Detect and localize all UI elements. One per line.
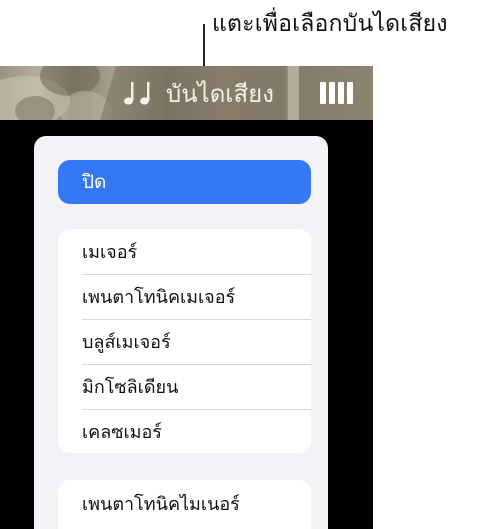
callout-pointer-line	[203, 24, 205, 68]
menu-item-mixolydian[interactable]: มิกโซลิเดียน	[58, 364, 311, 409]
menu-item-major[interactable]: เมเจอร์	[58, 229, 311, 274]
keyboard-keys-icon	[319, 82, 353, 104]
menu-item-minor-pentatonic[interactable]: เพนตาโทนิคไมเนอร์	[58, 480, 311, 520]
menu-item-off[interactable]: ปิด	[58, 160, 311, 204]
scale-button[interactable]: บันไดเสียง	[100, 66, 286, 120]
scale-menu-panel: ปิด เมเจอร์ เพนตาโทนิคเมเจอร์ บลูส์เมเจอ…	[34, 136, 328, 529]
scale-button-label: บันไดเสียง	[166, 79, 274, 108]
menu-item-major-blues[interactable]: บลูส์เมเจอร์	[58, 319, 311, 364]
toolbar-separator	[288, 66, 299, 120]
scale-group-2: เพนตาโทนิคไมเนอร์	[58, 480, 311, 529]
music-notes-icon	[122, 80, 152, 106]
menu-item-klezmer[interactable]: เคลซเมอร์	[58, 409, 311, 454]
callout-label: แตะเพื่อเลือกบันไดเสียง	[212, 11, 448, 37]
menu-item-off-label: ปิด	[82, 171, 107, 193]
menu-item-major-pentatonic[interactable]: เพนตาโทนิคเมเจอร์	[58, 274, 311, 319]
scale-group-1: เมเจอร์ เพนตาโทนิคเมเจอร์ บลูส์เมเจอร์ ม…	[58, 229, 311, 453]
keyboard-button[interactable]	[299, 66, 373, 120]
